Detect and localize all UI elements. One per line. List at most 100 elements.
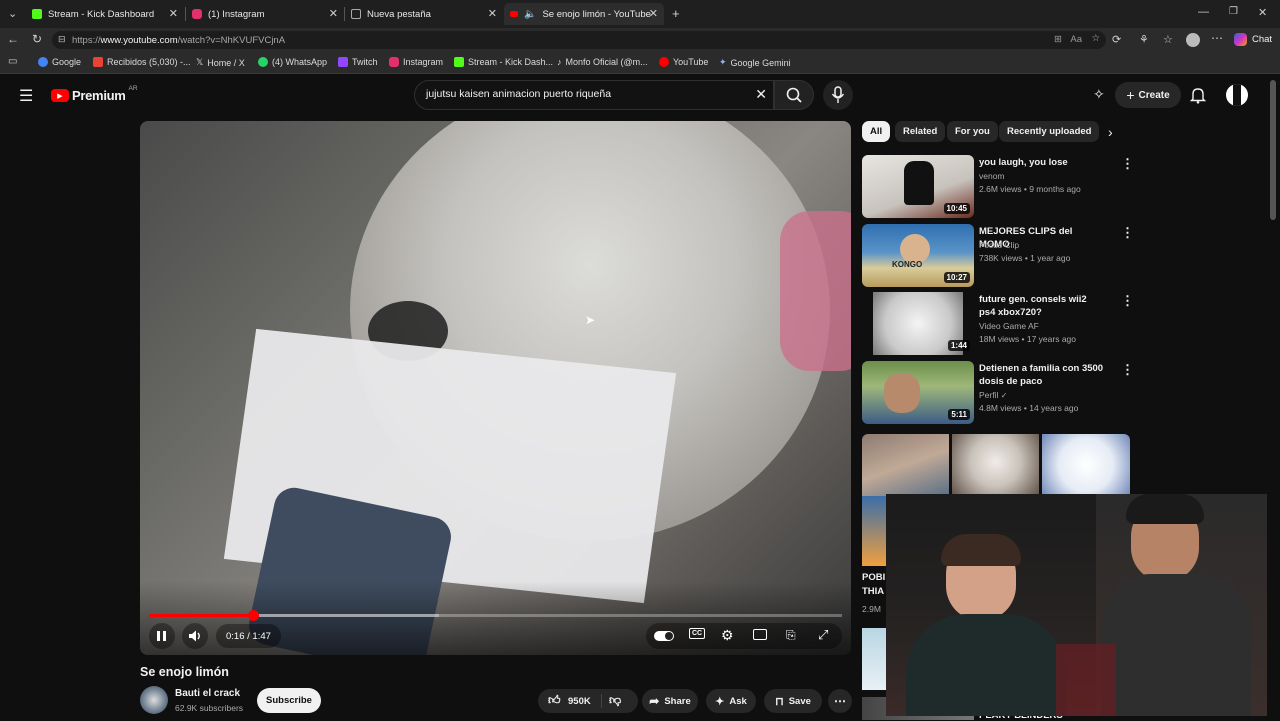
page-scrollbar[interactable] bbox=[1270, 80, 1276, 220]
theater-mode-icon[interactable] bbox=[753, 629, 767, 640]
chat-button[interactable]: Chat bbox=[1252, 34, 1272, 45]
tab-list-chevron-icon[interactable]: ⌄ bbox=[8, 7, 17, 20]
tab-actions-icon[interactable]: ▭ bbox=[8, 56, 17, 67]
progress-bar[interactable] bbox=[149, 610, 842, 621]
favorite-star-icon[interactable]: ☆ bbox=[1091, 33, 1100, 44]
notifications-bell-icon[interactable] bbox=[1189, 86, 1207, 104]
account-avatar[interactable] bbox=[1226, 84, 1248, 106]
thumbs-up-icon[interactable]: 👍︎ bbox=[548, 693, 561, 708]
share-button[interactable]: ➦ Share bbox=[642, 689, 698, 713]
tab-instagram[interactable]: (1) Instagram ✕ bbox=[186, 3, 344, 25]
tab-kick-dashboard[interactable]: Stream - Kick Dashboard ✕ bbox=[26, 3, 184, 25]
related-channel[interactable]: Perfil ✓ bbox=[979, 390, 1007, 400]
extensions-icon[interactable]: ⟳ bbox=[1112, 33, 1121, 46]
window-close-icon[interactable]: ✕ bbox=[1258, 6, 1267, 19]
related-channel[interactable]: Focus Clip bbox=[979, 240, 1019, 250]
cast-icon[interactable]: ⎘ bbox=[786, 628, 796, 643]
profile-avatar-icon[interactable] bbox=[1186, 33, 1200, 47]
url-field[interactable]: ⊟ https://www.youtube.com/watch?v=NhKVUF… bbox=[52, 31, 1106, 49]
settings-gear-icon[interactable]: ⚙ bbox=[721, 627, 734, 644]
bookmark-kick[interactable]: Stream - Kick Dash... bbox=[454, 57, 553, 67]
related-meta: 738K views • 1 year ago bbox=[979, 253, 1071, 263]
chips-next-chevron-icon[interactable]: › bbox=[1108, 124, 1113, 140]
related-title[interactable]: you laugh, you lose bbox=[979, 156, 1104, 169]
site-info-icon[interactable]: ⊟ bbox=[58, 34, 66, 45]
reload-icon[interactable]: ↻ bbox=[32, 32, 42, 46]
close-tab-icon[interactable]: ✕ bbox=[488, 7, 497, 20]
bookmark-gmail[interactable]: Recibidos (5,030) -... bbox=[93, 57, 191, 67]
new-tab-plus-icon[interactable]: + bbox=[672, 6, 680, 21]
partial-thumbnail[interactable] bbox=[862, 496, 886, 566]
whatsapp-icon bbox=[258, 57, 268, 67]
fullscreen-icon[interactable]: ⤢ bbox=[818, 627, 828, 643]
tab-new-tab[interactable]: Nueva pestaña ✕ bbox=[345, 3, 503, 25]
mix-thumbnail[interactable] bbox=[1042, 434, 1130, 496]
like-count[interactable]: 950K bbox=[568, 696, 591, 707]
related-thumbnail[interactable]: 10:45 bbox=[862, 155, 974, 218]
more-vertical-icon[interactable]: ⋮ bbox=[1121, 362, 1134, 378]
progress-scrubber[interactable] bbox=[247, 610, 259, 621]
restore-icon[interactable]: ❐ bbox=[1229, 6, 1238, 17]
ask-button[interactable]: ✦ Ask bbox=[706, 689, 756, 713]
more-vertical-icon[interactable]: ⋮ bbox=[1121, 293, 1134, 309]
back-arrow-icon[interactable]: ← bbox=[7, 32, 19, 46]
autoplay-toggle[interactable] bbox=[654, 631, 674, 641]
channel-avatar[interactable] bbox=[140, 686, 168, 714]
gemini-icon: ✦ bbox=[719, 57, 727, 67]
related-title[interactable]: future gen. consels wii2 ps4 xbox720? bbox=[979, 293, 1104, 319]
bookmark-monfo[interactable]: ♪ Monfo Oficial (@m... bbox=[557, 57, 648, 67]
chip-all[interactable]: All bbox=[862, 121, 891, 142]
bookmark-x[interactable]: 𝕏 Home / X bbox=[196, 57, 245, 68]
more-actions-button[interactable]: ⋯ bbox=[828, 689, 852, 713]
more-vertical-icon[interactable]: ⋮ bbox=[1121, 156, 1134, 172]
read-aloud-icon[interactable]: Aa bbox=[1070, 34, 1082, 45]
chip-for-you[interactable]: For you bbox=[947, 121, 998, 142]
bookmark-whatsapp[interactable]: (4) WhatsApp bbox=[258, 57, 327, 67]
subscribe-button[interactable]: Subscribe bbox=[257, 688, 321, 713]
chip-recently-uploaded[interactable]: Recently uploaded bbox=[999, 121, 1100, 142]
share-arrow-icon: ➦ bbox=[649, 694, 660, 708]
mix-thumbnail[interactable] bbox=[862, 434, 949, 496]
related-channel[interactable]: Video Game AF bbox=[979, 321, 1039, 331]
chip-related[interactable]: Related bbox=[895, 121, 946, 142]
bookmark-twitch[interactable]: Twitch bbox=[338, 57, 378, 67]
bookmark-gemini[interactable]: ✦ Google Gemini bbox=[719, 57, 791, 68]
close-tab-icon[interactable]: ✕ bbox=[329, 7, 338, 20]
extension-puzzle-icon[interactable]: ⚘ bbox=[1139, 33, 1149, 46]
channel-name[interactable]: Bauti el crack bbox=[175, 688, 240, 699]
premium-sparkle-icon[interactable]: ✧ bbox=[1093, 86, 1105, 103]
partial-thumbnail[interactable] bbox=[862, 628, 886, 690]
clear-search-icon[interactable]: ✕ bbox=[755, 86, 767, 103]
bookmark-instagram[interactable]: Instagram bbox=[389, 57, 443, 67]
gmail-icon bbox=[93, 57, 103, 67]
voice-search-button[interactable] bbox=[823, 80, 853, 110]
bookmark-google[interactable]: Google bbox=[38, 57, 81, 67]
create-button[interactable]: + Create bbox=[1115, 82, 1181, 108]
captions-icon[interactable]: CC bbox=[689, 628, 706, 639]
favorites-icon[interactable]: ☆ bbox=[1163, 33, 1173, 46]
video-player[interactable]: ➤ 0:16 / 1:47 CC ⚙ ⎘ ⤢ bbox=[140, 121, 851, 655]
tab-youtube-active[interactable]: 🔈 Se enojo limón - YouTube ✕ bbox=[504, 3, 664, 25]
search-input[interactable]: jujutsu kaisen animacion puerto riqueña … bbox=[414, 80, 774, 110]
thumbs-down-icon[interactable]: 👎︎ bbox=[609, 693, 621, 708]
close-tab-icon[interactable]: ✕ bbox=[649, 7, 658, 20]
related-title[interactable]: Detienen a familia con 3500 dosis de pac… bbox=[979, 362, 1104, 388]
related-thumbnail[interactable]: 5:11 bbox=[862, 361, 974, 424]
hamburger-menu-icon[interactable]: ☰ bbox=[19, 86, 33, 106]
close-tab-icon[interactable]: ✕ bbox=[169, 7, 178, 20]
search-button[interactable] bbox=[774, 80, 814, 110]
youtube-icon bbox=[659, 57, 669, 67]
youtube-premium-logo[interactable]: ▶ Premium AR bbox=[51, 85, 138, 103]
minimize-icon[interactable]: — bbox=[1198, 6, 1209, 18]
translate-icon[interactable]: ⊞ bbox=[1054, 34, 1062, 45]
save-button[interactable]: ⊓ Save bbox=[764, 689, 822, 713]
related-thumbnail[interactable]: 1:44 bbox=[862, 292, 974, 355]
mix-thumbnail[interactable] bbox=[952, 434, 1039, 496]
bookmark-youtube[interactable]: YouTube bbox=[659, 57, 708, 67]
volume-button[interactable] bbox=[182, 623, 208, 649]
more-menu-icon[interactable]: ⋯ bbox=[1211, 31, 1223, 45]
related-thumbnail[interactable]: KONGO 10:27 bbox=[862, 224, 974, 287]
related-channel[interactable]: venom bbox=[979, 171, 1005, 181]
more-vertical-icon[interactable]: ⋮ bbox=[1121, 225, 1134, 241]
pause-button[interactable] bbox=[149, 623, 175, 649]
